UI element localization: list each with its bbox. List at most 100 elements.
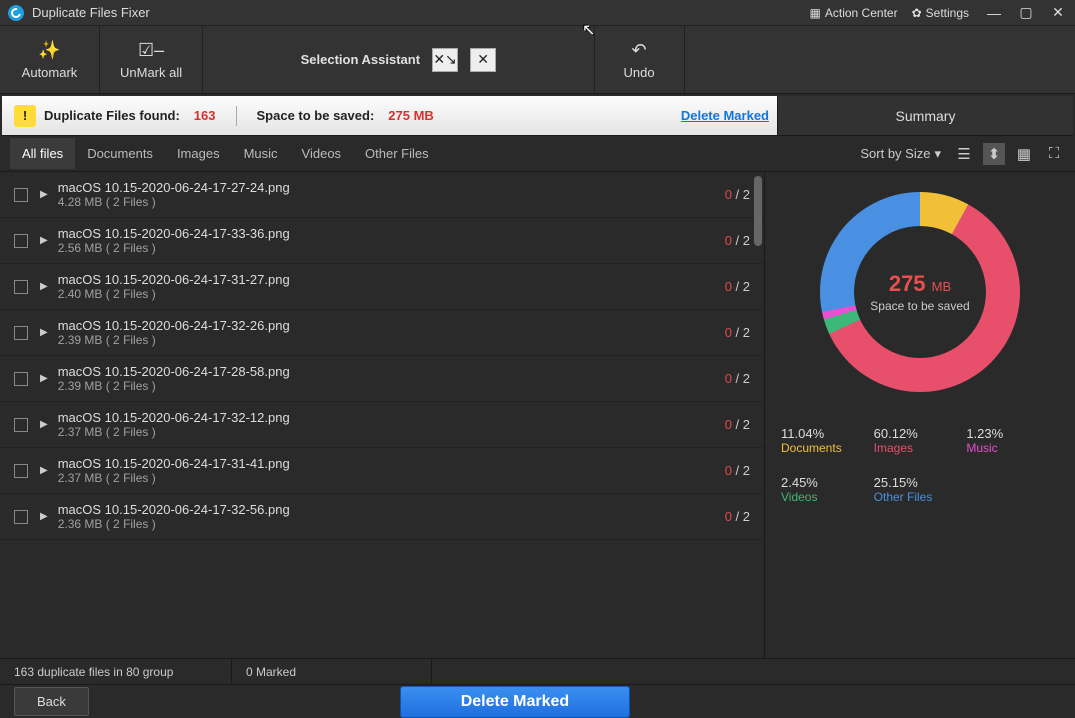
fullscreen-icon[interactable]: ⛶	[1043, 143, 1065, 165]
tab-images[interactable]: Images	[165, 138, 232, 169]
view-detail-icon[interactable]: ⬍	[983, 143, 1005, 165]
selection-tool-1-button[interactable]: ✕↘	[432, 48, 458, 72]
grid-icon: ▦	[810, 6, 821, 20]
delete-marked-link[interactable]: Delete Marked	[681, 108, 769, 123]
back-button[interactable]: Back	[14, 687, 89, 716]
legend-images: 60.12% Images	[874, 426, 967, 455]
tab-other-files[interactable]: Other Files	[353, 138, 441, 169]
unmark-all-button[interactable]: ☑‒ UnMark all	[100, 26, 203, 93]
expand-icon[interactable]: ▶	[40, 419, 48, 430]
row-count: 0 / 2	[725, 233, 750, 248]
table-row[interactable]: ▶macOS 10.15-2020-06-24-17-32-26.png2.39…	[0, 310, 764, 356]
expand-icon[interactable]: ▶	[40, 465, 48, 476]
summary-title: Summary	[777, 96, 1073, 135]
legend-images-pct: 60.12%	[874, 426, 967, 441]
action-center-label: Action Center	[825, 6, 898, 20]
donut-unit: MB	[932, 279, 952, 294]
toolbar: ✨ Automark ☑‒ UnMark all Selection Assis…	[0, 26, 1075, 94]
row-checkbox[interactable]	[14, 372, 28, 386]
table-row[interactable]: ▶macOS 10.15-2020-06-24-17-32-56.png2.36…	[0, 494, 764, 540]
expand-icon[interactable]: ▶	[40, 327, 48, 338]
row-subinfo: 4.28 MB ( 2 Files )	[58, 195, 725, 209]
settings-label: Settings	[926, 6, 969, 20]
table-row[interactable]: ▶ macOS 10.15-2020-06-24-17-33-36.png2.56…	[0, 218, 764, 264]
legend-other-label: Other Files	[874, 490, 967, 504]
row-checkbox[interactable]	[14, 280, 28, 294]
row-count: 0 / 2	[725, 371, 750, 386]
expand-icon[interactable]: ▶	[40, 189, 48, 200]
status-bar: ! Duplicate Files found: 163 Space to be…	[2, 96, 1073, 136]
row-count: 0 / 2	[725, 279, 750, 294]
scrollbar[interactable]	[754, 176, 762, 246]
automark-label: Automark	[22, 65, 78, 80]
tab-music[interactable]: Music	[232, 138, 290, 169]
row-checkbox[interactable]	[14, 418, 28, 432]
table-row[interactable]: ▶macOS 10.15-2020-06-24-17-32-12.png2.37…	[0, 402, 764, 448]
table-row[interactable]: ▶ macOS 10.15-2020-06-24-17-31-41.png2.37…	[0, 448, 764, 494]
legend-videos-label: Videos	[781, 490, 874, 504]
space-label: Space to be saved:	[257, 108, 375, 123]
row-checkbox[interactable]	[14, 464, 28, 478]
close-button[interactable]: ✕	[1049, 4, 1067, 22]
row-filename: macOS 10.15-2020-06-24-17-31-27.png	[58, 272, 725, 287]
legend-images-label: Images	[874, 441, 967, 455]
tab-all-files[interactable]: All files	[10, 138, 75, 169]
tab-videos[interactable]: Videos	[290, 138, 354, 169]
sort-dropdown[interactable]: Sort by Size ▾	[860, 146, 941, 162]
app-title: Duplicate Files Fixer	[32, 5, 150, 20]
legend-music: 1.23% Music	[966, 426, 1059, 455]
sort-label: Sort by Size	[860, 146, 930, 161]
footer: 163 duplicate files in 80 group 0 Marked…	[0, 658, 1075, 718]
row-count: 0 / 2	[725, 325, 750, 340]
group-info: 163 duplicate files in 80 group	[0, 659, 232, 684]
legend-videos: 2.45% Videos	[781, 475, 874, 504]
table-row[interactable]: ▶ macOS 10.15-2020-06-24-17-31-27.png2.40…	[0, 264, 764, 310]
row-checkbox[interactable]	[14, 510, 28, 524]
expand-icon[interactable]: ▶	[40, 373, 48, 384]
minimize-button[interactable]: —	[985, 4, 1003, 22]
legend-videos-pct: 2.45%	[781, 475, 874, 490]
row-subinfo: 2.56 MB ( 2 Files )	[58, 241, 725, 255]
summary-pane: 275 MB Space to be saved 11.04% Document…	[765, 172, 1075, 658]
wand-icon: ✨	[38, 40, 60, 61]
row-checkbox[interactable]	[14, 188, 28, 202]
legend-other-pct: 25.15%	[874, 475, 967, 490]
row-subinfo: 2.40 MB ( 2 Files )	[58, 287, 725, 301]
selection-assistant-group: Selection Assistant ✕↘ ✕	[203, 26, 594, 93]
row-filename: macOS 10.15-2020-06-24-17-31-41.png	[58, 456, 725, 471]
table-row[interactable]: ▶ macOS 10.15-2020-06-24-17-27-24.png4.28…	[0, 172, 764, 218]
donut-label: Space to be saved	[870, 299, 969, 313]
row-filename: macOS 10.15-2020-06-24-17-32-12.png	[58, 410, 725, 425]
row-filename: macOS 10.15-2020-06-24-17-27-24.png	[58, 180, 725, 195]
tab-documents[interactable]: Documents	[75, 138, 165, 169]
app-logo-icon	[8, 5, 24, 21]
row-count: 0 / 2	[725, 463, 750, 478]
undo-icon: ↶	[632, 40, 647, 61]
view-grid-icon[interactable]: ▦	[1013, 143, 1035, 165]
settings-button[interactable]: ✿ Settings	[912, 6, 969, 20]
row-filename: macOS 10.15-2020-06-24-17-32-56.png	[58, 502, 725, 517]
expand-icon[interactable]: ▶	[40, 511, 48, 522]
row-subinfo: 2.37 MB ( 2 Files )	[58, 471, 725, 485]
row-filename: macOS 10.15-2020-06-24-17-33-36.png	[58, 226, 725, 241]
legend-documents-pct: 11.04%	[781, 426, 874, 441]
undo-button[interactable]: ↶ Undo	[595, 26, 685, 93]
table-row[interactable]: ▶macOS 10.15-2020-06-24-17-28-58.png2.39…	[0, 356, 764, 402]
file-list: ▶ macOS 10.15-2020-06-24-17-27-24.png4.28…	[0, 172, 765, 658]
view-list-icon[interactable]: ☰	[953, 143, 975, 165]
expand-icon[interactable]: ▶	[40, 281, 48, 292]
gear-icon: ✿	[912, 6, 922, 20]
row-checkbox[interactable]	[14, 234, 28, 248]
selection-tool-2-button[interactable]: ✕	[470, 48, 496, 72]
delete-marked-button[interactable]: Delete Marked	[400, 686, 631, 718]
space-value: 275 MB	[388, 108, 434, 123]
divider	[236, 106, 237, 126]
marked-info: 0 Marked	[232, 659, 432, 684]
automark-button[interactable]: ✨ Automark	[0, 26, 100, 93]
maximize-button[interactable]: ▢	[1017, 4, 1035, 22]
row-checkbox[interactable]	[14, 326, 28, 340]
action-center-button[interactable]: ▦ Action Center	[810, 6, 898, 20]
expand-icon[interactable]: ▶	[40, 235, 48, 246]
legend-documents: 11.04% Documents	[781, 426, 874, 455]
row-count: 0 / 2	[725, 187, 750, 202]
